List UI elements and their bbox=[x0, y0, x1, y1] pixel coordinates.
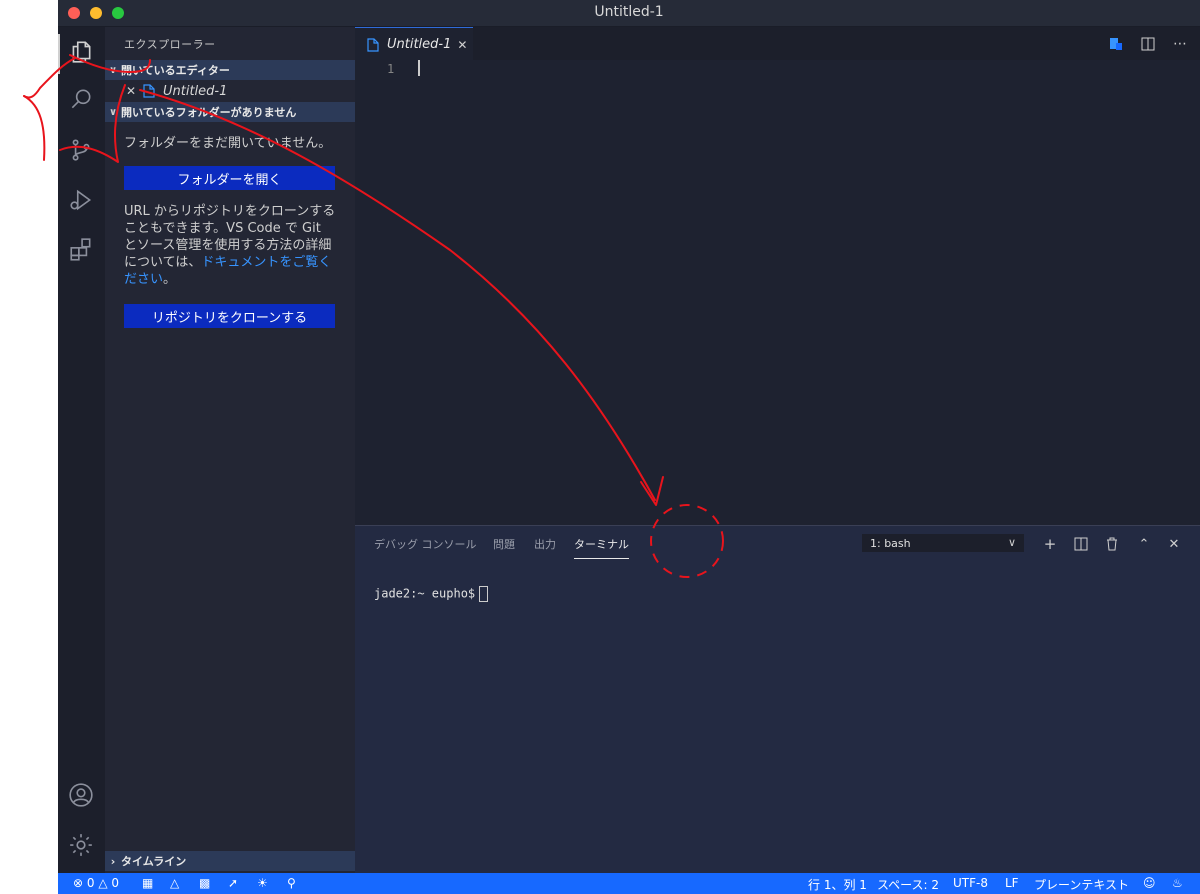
run-debug-button[interactable] bbox=[66, 185, 96, 215]
file-icon bbox=[367, 37, 379, 52]
trash-icon[interactable] bbox=[1102, 534, 1122, 554]
extensions-button[interactable] bbox=[66, 235, 96, 265]
search-button[interactable] bbox=[66, 84, 96, 114]
no-folder-label: 開いているフォルダーがありません bbox=[121, 106, 297, 119]
terminal-icon[interactable]: ▩ bbox=[199, 876, 210, 890]
bell-icon[interactable]: ♨ bbox=[1172, 876, 1183, 890]
new-terminal-icon[interactable]: + bbox=[1040, 534, 1060, 554]
editor-area[interactable]: 1 bbox=[355, 60, 1200, 525]
maximize-panel-icon[interactable]: ⌃ bbox=[1134, 534, 1154, 554]
bottom-panel: デバッグ コンソール 問題 出力 ターミナル 1: bash ∨ + ⌃ ✕ j… bbox=[355, 525, 1200, 874]
terminal-select[interactable]: 1: bash ∨ bbox=[862, 534, 1024, 552]
tab-output[interactable]: 出力 bbox=[534, 536, 556, 558]
explorer-sidebar: エクスプローラー ∨ 開いているエディター ✕ Untitled-1 ∨ 開いて… bbox=[105, 27, 355, 873]
files-icon bbox=[72, 41, 91, 63]
annotation-curve-left-2 bbox=[23, 95, 46, 161]
editor-actions: ⋯ bbox=[1106, 34, 1190, 54]
chevron-down-icon: ∨ bbox=[108, 106, 118, 118]
bug-icon[interactable]: ☀ bbox=[257, 876, 268, 890]
close-panel-icon[interactable]: ✕ bbox=[1164, 534, 1184, 554]
file-icon bbox=[143, 84, 155, 98]
source-control-icon bbox=[72, 139, 90, 161]
tab-problems[interactable]: 問題 bbox=[493, 536, 515, 558]
problems-status[interactable]: ⊗ 0 △ 0 bbox=[73, 876, 119, 890]
explorer-button[interactable] bbox=[66, 37, 96, 67]
vscode-window: Untitled-1 エクスプローラー ∨ 開いているエディター ✕ Untit… bbox=[58, 0, 1200, 894]
search-icon[interactable]: ⚲ bbox=[287, 876, 296, 890]
accounts-button[interactable] bbox=[66, 780, 96, 810]
source-control-button[interactable] bbox=[66, 135, 96, 165]
open-folder-button[interactable]: フォルダーを開く bbox=[124, 166, 335, 190]
title-bar: Untitled-1 bbox=[58, 0, 1200, 27]
sidebar-title: エクスプローラー bbox=[124, 38, 216, 51]
split-editor-icon[interactable] bbox=[1138, 34, 1158, 54]
chevron-right-icon: › bbox=[110, 854, 116, 868]
rocket-icon[interactable]: ➚ bbox=[228, 876, 238, 890]
tab-debug-console[interactable]: デバッグ コンソール bbox=[374, 536, 477, 558]
run-debug-icon bbox=[70, 189, 92, 211]
cursor-position[interactable]: 行 1、列 1 bbox=[808, 876, 867, 893]
compare-icon[interactable] bbox=[1106, 34, 1126, 54]
flask-icon[interactable]: △ bbox=[170, 876, 179, 890]
editor-tab-bar: Untitled-1 ✕ ⋯ bbox=[355, 27, 1200, 61]
tab-label: Untitled-1 bbox=[387, 37, 452, 52]
tab-terminal[interactable]: ターミナル bbox=[574, 536, 629, 559]
gear-icon bbox=[70, 834, 92, 856]
clone-repository-button[interactable]: リポジトリをクローンする bbox=[124, 304, 335, 328]
warning-count: 0 bbox=[111, 876, 120, 890]
terminal-select-value: 1: bash bbox=[870, 536, 911, 550]
text-cursor bbox=[418, 60, 420, 76]
error-count: 0 bbox=[86, 876, 95, 890]
more-actions-icon[interactable]: ⋯ bbox=[1170, 34, 1190, 54]
indentation-status[interactable]: スペース: 2 bbox=[877, 876, 939, 893]
active-indicator bbox=[58, 34, 60, 74]
terminal-output[interactable]: jade2:~ eupho$ bbox=[374, 586, 489, 602]
timeline-header[interactable]: › タイムライン bbox=[105, 851, 355, 871]
terminal-cursor bbox=[479, 586, 489, 602]
activity-bar bbox=[58, 27, 105, 873]
eol-status[interactable]: LF bbox=[1005, 876, 1019, 890]
account-icon bbox=[69, 783, 93, 807]
split-terminal-icon[interactable] bbox=[1071, 534, 1091, 554]
encoding-status[interactable]: UTF-8 bbox=[953, 876, 988, 890]
status-bar: ⊗ 0 △ 0 ▦ △ ▩ ➚ ☀ ⚲ 行 1、列 1 スペース: 2 UTF-… bbox=[58, 873, 1200, 894]
clone-description-end: 。 bbox=[163, 272, 177, 287]
open-editor-item[interactable]: ✕ Untitled-1 bbox=[105, 81, 355, 101]
open-editor-label: Untitled-1 bbox=[163, 83, 228, 99]
extensions-icon bbox=[70, 238, 91, 261]
error-icon: ⊗ bbox=[73, 876, 84, 890]
language-status[interactable]: プレーンテキスト bbox=[1034, 876, 1129, 893]
close-icon[interactable]: ✕ bbox=[457, 38, 467, 52]
close-editor-icon[interactable]: ✕ bbox=[123, 84, 139, 98]
line-number: 1 bbox=[387, 62, 395, 76]
window-title: Untitled-1 bbox=[594, 4, 664, 20]
manage-button[interactable] bbox=[66, 830, 96, 860]
clone-description: URL からリポジトリをクローンすることもできます。VS Code で Git … bbox=[124, 203, 336, 288]
notebook-icon[interactable]: ▦ bbox=[142, 876, 153, 890]
open-editors-header[interactable]: ∨ 開いているエディター bbox=[105, 60, 355, 80]
tab-untitled-1[interactable]: Untitled-1 ✕ bbox=[355, 27, 473, 61]
timeline-label: タイムライン bbox=[121, 855, 187, 868]
chevron-down-icon: ∨ bbox=[1007, 536, 1016, 549]
no-folder-header[interactable]: ∨ 開いているフォルダーがありません bbox=[105, 102, 355, 122]
open-editors-label: 開いているエディター bbox=[121, 64, 230, 77]
feedback-icon[interactable]: ☺ bbox=[1143, 876, 1156, 890]
search-icon bbox=[71, 89, 91, 109]
terminal-prompt: jade2:~ eupho$ bbox=[374, 586, 476, 601]
no-folder-message: フォルダーをまだ開いていません。 bbox=[124, 136, 332, 151]
warning-icon: △ bbox=[98, 876, 108, 890]
chevron-down-icon: ∨ bbox=[108, 64, 118, 76]
